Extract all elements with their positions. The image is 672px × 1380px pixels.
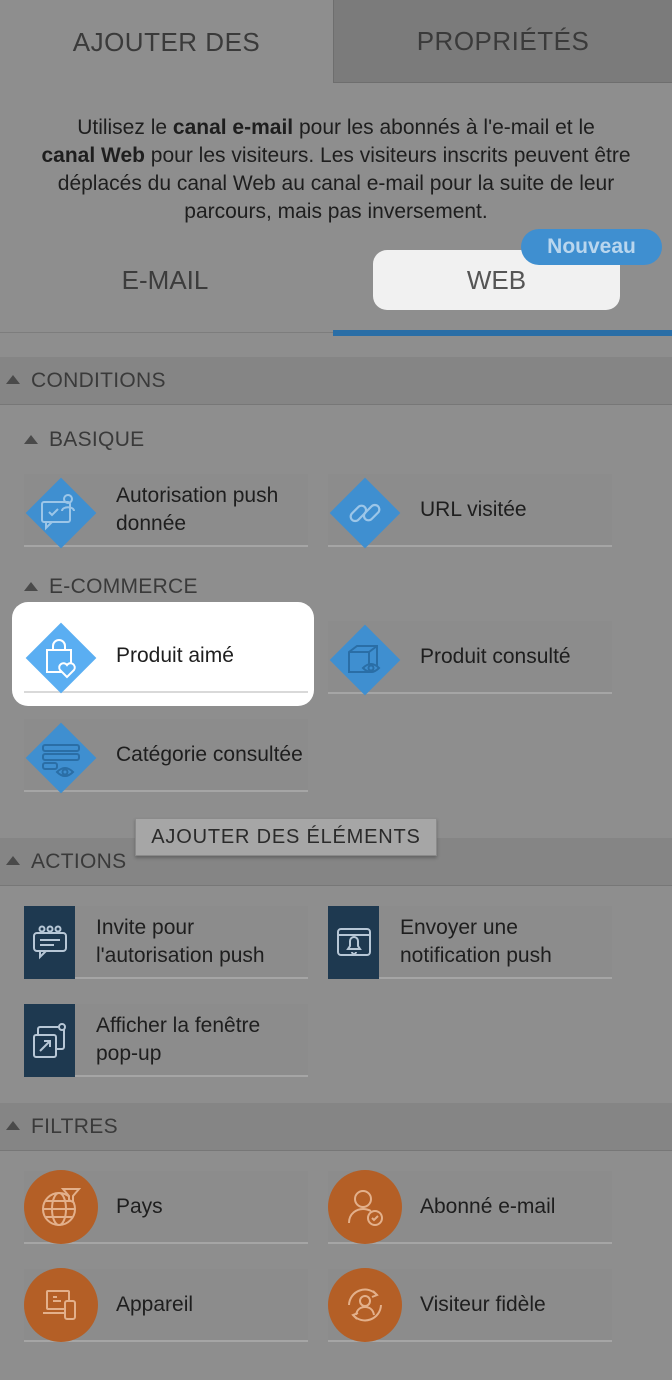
collapse-triangle-icon [24,581,38,591]
action-show-popup[interactable]: Afficher la fenêtre pop-up [24,1004,308,1077]
viewed-product-icon [329,624,401,696]
active-channel-indicator [333,330,672,336]
condition-liked-product[interactable]: Produit aimé [24,620,308,694]
channel-tab-email[interactable]: E-MAIL [60,250,270,310]
viewed-category-icon [25,722,97,794]
collapse-triangle-icon [6,856,20,865]
email-subscriber-icon [328,1170,402,1244]
filter-device[interactable]: Appareil [24,1268,308,1342]
condition-viewed-category[interactable]: Catégorie consultée [24,719,308,794]
subsection-basique[interactable]: BASIQUE [24,428,144,452]
condition-viewed-product[interactable]: Produit consulté [328,621,612,696]
liked-product-icon [25,622,97,694]
channel-intro-text: Utilisez le canal e-mail pour les abonné… [41,116,631,223]
collapse-triangle-icon [24,434,38,444]
tab-add[interactable]: AJOUTER DES [0,0,333,84]
notification-bell-icon [328,906,379,979]
filter-email-subscriber[interactable]: Abonné e-mail [328,1170,612,1244]
email-channel-emphasis: canal e-mail [172,116,294,139]
filter-country[interactable]: Pays [24,1170,308,1244]
loyal-visitor-icon [328,1268,402,1342]
section-conditions[interactable]: CONDITIONS [0,357,672,405]
globe-icon [24,1170,98,1244]
filter-loyal-visitor[interactable]: Visiteur fidèle [328,1268,612,1342]
new-badge: Nouveau [521,229,662,265]
collapse-triangle-icon [6,1121,20,1130]
condition-url-visited[interactable]: URL visitée [328,474,612,549]
add-elements-tooltip: AJOUTER DES ÉLÉMENTS [135,818,437,856]
collapse-triangle-icon [6,375,20,384]
device-icon [24,1268,98,1342]
subsection-ecommerce[interactable]: E-COMMERCE [24,575,198,599]
section-filtres[interactable]: FILTRES [0,1103,672,1151]
top-tabs: AJOUTER DES PROPRIÉTÉS [0,0,672,84]
tab-properties[interactable]: PROPRIÉTÉS [333,0,672,83]
push-permission-icon [25,477,97,549]
highlighted-condition-liked-product: Produit aimé [12,602,314,706]
link-icon [329,477,401,549]
action-push-invite[interactable]: Invite pour l'autorisation push [24,906,308,979]
push-invite-icon [24,906,75,979]
web-channel-emphasis: canal Web [41,144,145,167]
popup-window-icon [24,1004,75,1077]
condition-push-authorized[interactable]: Autorisation push donnée [24,474,308,549]
action-send-push[interactable]: Envoyer une notification push [328,906,612,979]
